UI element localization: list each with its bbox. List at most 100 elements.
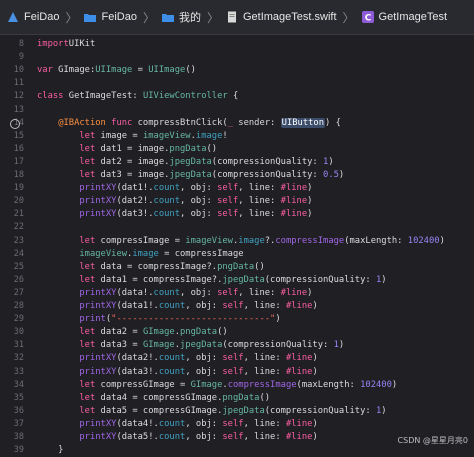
code-text: let compressImage = imageView.image?.com… — [37, 235, 445, 248]
code-token: image — [196, 131, 222, 141]
code-text: let dat3 = image.jpegData(compressionQua… — [37, 169, 344, 182]
code-line[interactable]: 29 print("-----------------------------"… — [0, 313, 474, 326]
code-text: print("-----------------------------") — [37, 313, 281, 326]
code-token — [37, 196, 79, 206]
code-token: let — [79, 157, 95, 167]
code-token: UIButton — [281, 118, 325, 128]
code-line[interactable]: 12class GetImageTest: UIViewController { — [0, 90, 474, 103]
code-line[interactable]: 35 let data4 = compressGImage.pngData() — [0, 392, 474, 405]
code-line[interactable]: 16 let dat1 = image.pngData() — [0, 143, 474, 156]
code-token — [37, 262, 79, 272]
code-token: "-----------------------------" — [111, 314, 275, 324]
code-line[interactable]: 19 printXY(dat1!.count, obj: self, line:… — [0, 182, 474, 195]
code-token: , line: — [244, 367, 286, 377]
code-line[interactable]: 17 let dat2 = image.jpegData(compression… — [0, 156, 474, 169]
code-line[interactable]: 34 let compressGImage = GImage.compressI… — [0, 379, 474, 392]
code-token: ) — [275, 314, 280, 324]
breadcrumb-item[interactable]: CGetImageTest — [361, 11, 447, 23]
breadcrumb-item[interactable]: GetImageTest.swift — [225, 11, 337, 23]
code-token: , line: — [238, 183, 280, 193]
code-line[interactable]: 14 @IBAction func compressBtnClick(_ sen… — [0, 117, 474, 130]
line-number: 9 — [0, 51, 24, 64]
code-token: pngData — [217, 262, 254, 272]
code-editor[interactable]: 8importUIKit910var GImage:UIImage = UIIm… — [0, 35, 474, 450]
code-line[interactable]: 36 let data5 = compressGImage.jpegData(c… — [0, 405, 474, 418]
code-line[interactable]: 26 let data1 = compressImage?.jpegData(c… — [0, 274, 474, 287]
code-line[interactable]: 27 printXY(data!.count, obj: self, line:… — [0, 287, 474, 300]
code-line[interactable]: 24 imageView.image = compressImage — [0, 248, 474, 261]
code-line[interactable]: 8importUIKit — [0, 38, 474, 51]
code-token — [37, 118, 58, 128]
code-token: , obj: — [185, 367, 222, 377]
chevron-right-icon: 〉 — [143, 9, 155, 26]
code-token: count — [154, 288, 180, 298]
code-line[interactable]: 30 let data2 = GImage.pngData() — [0, 326, 474, 339]
code-token: var — [37, 65, 53, 75]
code-line[interactable]: 22 — [0, 221, 474, 234]
code-token: image — [238, 236, 264, 246]
code-line[interactable]: 20 printXY(dat2!.count, obj: self, line:… — [0, 195, 474, 208]
code-token: let — [79, 393, 95, 403]
code-token: (data1!. — [116, 301, 158, 311]
breadcrumb-label: FeiDao — [101, 11, 136, 23]
code-token: UIImage — [95, 65, 132, 75]
code-token — [37, 183, 79, 193]
code-token: , obj: — [185, 432, 222, 442]
app-icon — [6, 11, 20, 23]
code-token: jpegData — [222, 406, 264, 416]
code-token: GetImageTest: — [63, 91, 142, 101]
line-number: 16 — [0, 143, 24, 156]
code-token: print — [79, 314, 105, 324]
code-token: , line: — [238, 196, 280, 206]
line-number: 15 — [0, 130, 24, 143]
code-token: printXY — [79, 183, 116, 193]
code-line[interactable]: 32 printXY(data2!.count, obj: self, line… — [0, 352, 474, 365]
code-line[interactable]: 37 printXY(data4!.count, obj: self, line… — [0, 418, 474, 431]
code-line[interactable]: 21 printXY(dat3!.count, obj: self, line:… — [0, 208, 474, 221]
code-line[interactable]: 23 let compressImage = imageView.image?.… — [0, 235, 474, 248]
code-line[interactable]: 15 let image = imageView.image! — [0, 130, 474, 143]
code-text: let data2 = GImage.pngData() — [37, 326, 228, 339]
line-number: 26 — [0, 274, 24, 287]
code-token: compressImage — [228, 380, 297, 390]
code-line[interactable]: 9 — [0, 51, 474, 64]
code-token: ) — [339, 170, 344, 180]
code-token: compressBtnClick( — [132, 118, 227, 128]
code-line[interactable]: 31 let data3 = GImage.jpegData(compressi… — [0, 339, 474, 352]
breadcrumb-item[interactable]: FeiDao — [6, 11, 59, 23]
code-token: , obj: — [180, 209, 217, 219]
code-line[interactable]: 11 — [0, 77, 474, 90]
code-token: data = compressImage?. — [95, 262, 217, 272]
code-token: ) — [307, 183, 312, 193]
code-token: = — [132, 65, 148, 75]
code-token: let — [79, 380, 95, 390]
breadcrumb-item[interactable]: 我的 — [161, 9, 201, 25]
code-text: printXY(data4!.count, obj: self, line: #… — [37, 418, 318, 431]
code-token: import — [37, 39, 69, 49]
code-token: data2 = — [95, 327, 143, 337]
code-line[interactable]: 13 — [0, 104, 474, 117]
code-token — [37, 301, 79, 311]
code-token: 102400 — [360, 380, 392, 390]
code-token: let — [79, 406, 95, 416]
code-line[interactable]: 10var GImage:UIImage = UIImage() — [0, 64, 474, 77]
code-token — [37, 144, 79, 154]
code-token: ) { — [325, 118, 341, 128]
code-text: let data5 = compressGImage.jpegData(comp… — [37, 405, 387, 418]
code-token: () — [207, 144, 218, 154]
code-line[interactable]: 18 let dat3 = image.jpegData(compression… — [0, 169, 474, 182]
ibaction-connection-icon[interactable] — [10, 119, 20, 129]
code-token: jpegData — [169, 170, 211, 180]
code-token — [37, 209, 79, 219]
line-number: 8 — [0, 38, 24, 51]
breadcrumb-item[interactable]: FeiDao — [83, 11, 136, 23]
code-line[interactable]: 39 } — [0, 444, 474, 457]
code-token: , obj: — [180, 183, 217, 193]
code-line[interactable]: 33 printXY(data3!.count, obj: self, line… — [0, 366, 474, 379]
code-token: let — [79, 236, 95, 246]
code-line[interactable]: 25 let data = compressImage?.pngData() — [0, 261, 474, 274]
code-token: printXY — [79, 432, 116, 442]
code-line[interactable]: 28 printXY(data1!.count, obj: self, line… — [0, 300, 474, 313]
line-number: 36 — [0, 405, 24, 418]
line-number: 17 — [0, 156, 24, 169]
